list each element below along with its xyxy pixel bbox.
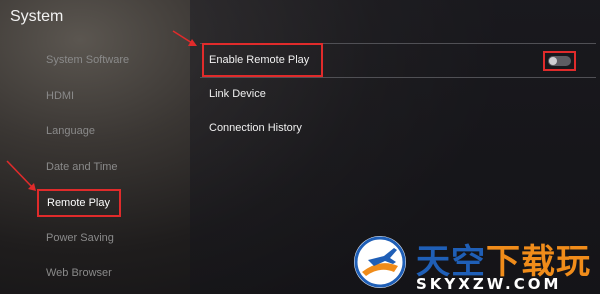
sidebar-item-system-software[interactable]: System Software: [46, 54, 129, 66]
setting-row-connection-history[interactable]: Connection History: [200, 112, 596, 146]
annotation-arrow-icon: [6, 160, 36, 191]
setting-label: Connection History: [209, 122, 302, 134]
watermark-english-text: SKYXZW.COM: [416, 275, 562, 293]
annotation-highlight-box: [202, 43, 323, 77]
annotation-arrow-icon: [172, 30, 197, 46]
sidebar-item-remote-play[interactable]: Remote Play: [37, 189, 121, 217]
setting-label: Link Device: [209, 88, 266, 100]
sidebar-item-hdmi[interactable]: HDMI: [46, 90, 74, 102]
page-title: System: [10, 8, 64, 25]
watermark-logo: 天空下载玩 SKYXZW.COM: [348, 232, 600, 294]
sidebar-item-web-browser[interactable]: Web Browser: [46, 267, 112, 279]
sidebar-item-language[interactable]: Language: [46, 125, 95, 137]
airplane-logo-icon: [354, 236, 406, 288]
sidebar-item-date-and-time[interactable]: Date and Time: [46, 161, 118, 173]
toggle-highlight-box: [543, 51, 576, 71]
sidebar-item-power-saving[interactable]: Power Saving: [46, 232, 114, 244]
toggle-switch-icon[interactable]: [548, 56, 571, 66]
toggle-knob: [549, 57, 557, 65]
setting-row-link-device[interactable]: Link Device: [200, 78, 596, 112]
